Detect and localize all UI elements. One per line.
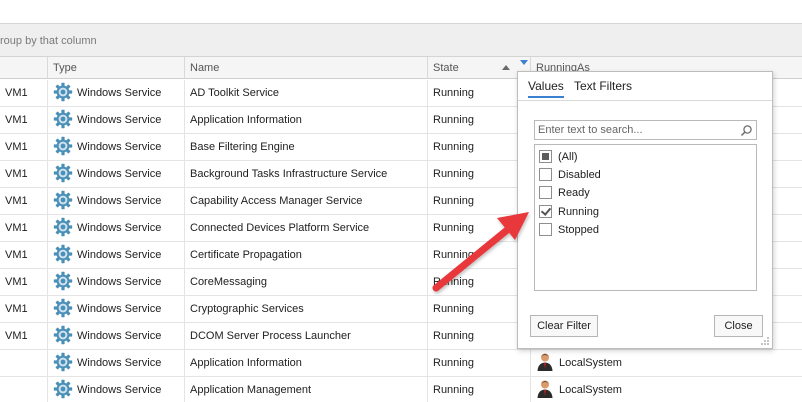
cell-host (0, 377, 48, 402)
cell-name: CoreMessaging (185, 269, 428, 296)
column-filter-popup: Values Text Filters (All) Disabled Ready… (517, 71, 773, 349)
cell-name: Application Information (185, 350, 428, 377)
cell-state: Running (428, 242, 531, 269)
cell-state: Running (428, 377, 531, 402)
filter-value-stopped[interactable]: Stopped (539, 221, 599, 239)
gear-icon (53, 190, 73, 210)
cell-host: VM1 (0, 269, 48, 296)
cell-state: Running (428, 350, 531, 377)
cell-name: Base Filtering Engine (185, 134, 428, 161)
cell-type: Windows Service (48, 134, 185, 161)
cell-name: Capability Access Manager Service (185, 188, 428, 215)
cell-running-as: LocalSystem (531, 350, 802, 377)
cell-state: Running (428, 188, 531, 215)
cell-type: Windows Service (48, 215, 185, 242)
resize-grip-icon[interactable] (760, 336, 770, 346)
cell-state: Running (428, 107, 531, 134)
cell-name: Connected Devices Platform Service (185, 215, 428, 242)
column-header-state[interactable]: State (428, 57, 531, 79)
checkbox[interactable] (539, 167, 552, 181)
gear-icon (53, 325, 73, 345)
close-button[interactable]: Close (714, 315, 763, 337)
filter-values-list: (All) Disabled Ready Running Stopped (534, 144, 757, 291)
gear-icon (53, 244, 73, 264)
cell-type: Windows Service (48, 377, 185, 402)
user-icon (536, 379, 554, 399)
search-icon[interactable] (740, 124, 753, 137)
cell-type: Windows Service (48, 269, 185, 296)
column-header-0[interactable] (0, 57, 48, 79)
cell-name: Certificate Propagation (185, 242, 428, 269)
gear-icon (53, 217, 73, 237)
clear-filter-button[interactable]: Clear Filter (530, 315, 598, 337)
cell-name: Application Information (185, 107, 428, 134)
cell-type: Windows Service (48, 296, 185, 323)
checkbox[interactable] (539, 149, 552, 163)
checkbox[interactable] (539, 222, 552, 236)
cell-name: DCOM Server Process Launcher (185, 323, 428, 350)
cell-state: Running (428, 161, 531, 188)
cell-host: VM1 (0, 107, 48, 134)
cell-type: Windows Service (48, 107, 185, 134)
group-by-panel[interactable]: roup by that column (0, 24, 802, 57)
sort-ascending-icon (502, 65, 510, 70)
cell-type: Windows Service (48, 161, 185, 188)
cell-name: Cryptographic Services (185, 296, 428, 323)
gear-icon (53, 163, 73, 183)
filter-tabs: Values Text Filters (518, 72, 772, 101)
cell-host: VM1 (0, 296, 48, 323)
cell-state: Running (428, 215, 531, 242)
cell-type: Windows Service (48, 242, 185, 269)
tab-text-filters[interactable]: Text Filters (574, 79, 632, 93)
gear-icon (53, 109, 73, 129)
cell-host: VM1 (0, 161, 48, 188)
cell-type: Windows Service (48, 323, 185, 350)
cell-host: VM1 (0, 80, 48, 107)
cell-name: Application Management (185, 377, 428, 402)
cell-state: Running (428, 296, 531, 323)
filter-search-box (534, 120, 757, 140)
checkbox[interactable] (539, 204, 552, 218)
gear-icon (53, 82, 73, 102)
gear-icon (53, 271, 73, 291)
cell-host: VM1 (0, 188, 48, 215)
cell-host: VM1 (0, 215, 48, 242)
gear-icon (53, 136, 73, 156)
tab-values[interactable]: Values (528, 79, 564, 98)
filter-search-input[interactable] (538, 123, 734, 137)
gear-icon (53, 379, 73, 399)
cell-type: Windows Service (48, 80, 185, 107)
table-row[interactable]: Windows Service Application Management Run… (0, 377, 802, 402)
cell-host: VM1 (0, 323, 48, 350)
filter-value-running[interactable]: Running (539, 203, 599, 221)
cell-type: Windows Service (48, 350, 185, 377)
group-by-hint: roup by that column (0, 35, 97, 47)
table-row[interactable]: Windows Service Application Information Ru… (0, 350, 802, 377)
gear-icon (53, 352, 73, 372)
checkbox[interactable] (539, 185, 552, 199)
cell-host: VM1 (0, 134, 48, 161)
cell-name: Background Tasks Infrastructure Service (185, 161, 428, 188)
gear-icon (53, 298, 73, 318)
cell-state: Running (428, 269, 531, 296)
column-header-name[interactable]: Name (185, 57, 428, 79)
cell-state: Running (428, 323, 531, 350)
cell-running-as: LocalSystem (531, 377, 802, 402)
cell-name: AD Toolkit Service (185, 80, 428, 107)
cell-state: Running (428, 134, 531, 161)
filter-icon[interactable] (520, 60, 528, 65)
filter-value-all[interactable]: (All) (539, 148, 578, 166)
column-header-type[interactable]: Type (48, 57, 185, 79)
user-icon (536, 352, 554, 372)
cell-host: VM1 (0, 242, 48, 269)
top-strip (0, 0, 802, 24)
cell-type: Windows Service (48, 188, 185, 215)
cell-host (0, 350, 48, 377)
filter-value-ready[interactable]: Ready (539, 184, 590, 202)
filter-value-disabled[interactable]: Disabled (539, 166, 601, 184)
cell-state: Running (428, 80, 531, 107)
